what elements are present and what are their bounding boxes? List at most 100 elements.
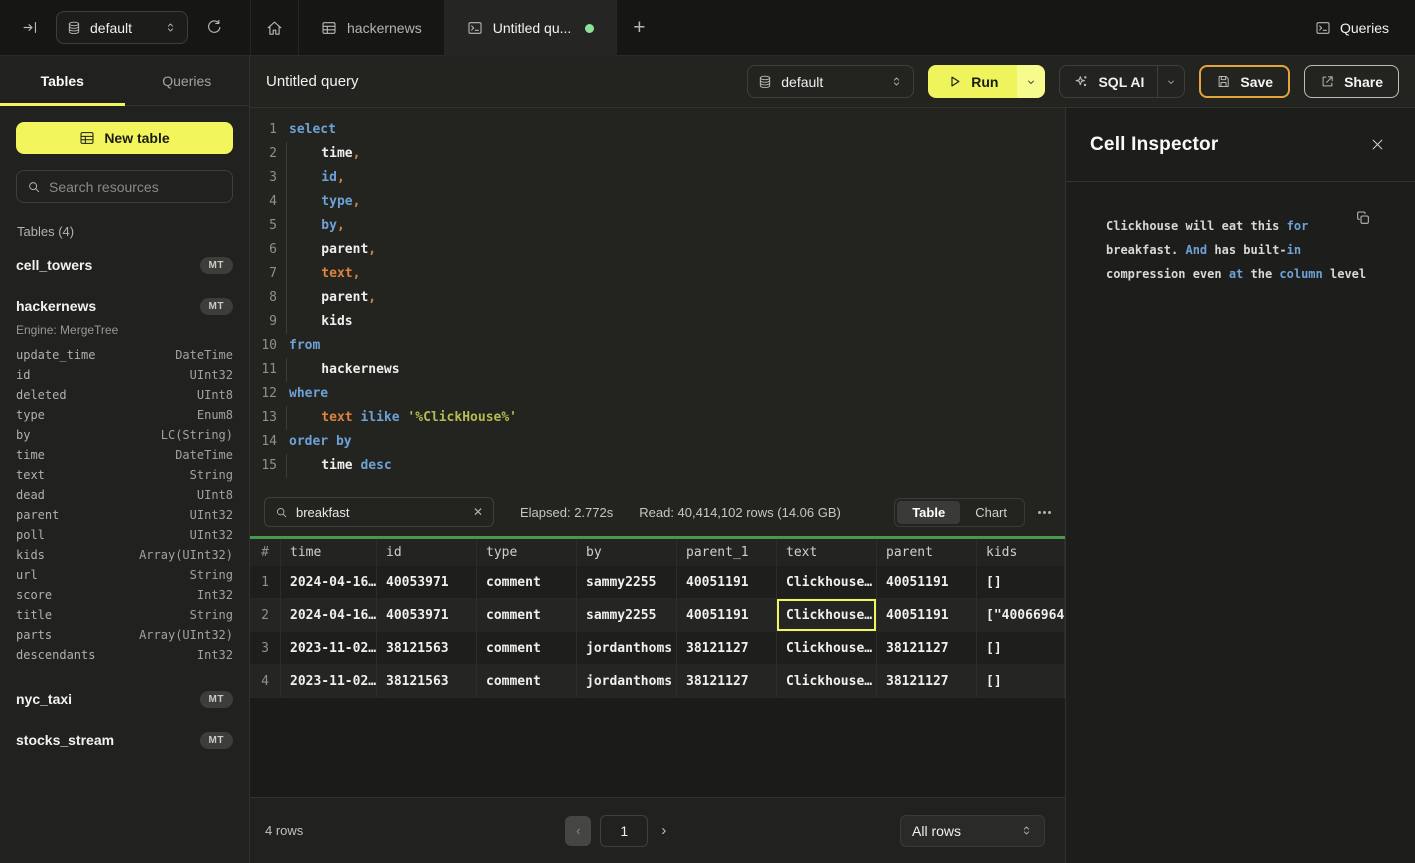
column-header-type[interactable]: type	[477, 539, 577, 566]
share-button[interactable]: Share	[1304, 65, 1399, 98]
sidebar-tab-queries[interactable]: Queries	[125, 56, 250, 105]
editor-line[interactable]: 4 type,	[250, 190, 1065, 214]
table-cell[interactable]: sammy2255	[577, 566, 677, 599]
table-cell[interactable]: Clickhouse…	[777, 632, 877, 665]
editor-line[interactable]: 2 time,	[250, 142, 1065, 166]
save-button[interactable]: Save	[1199, 65, 1290, 98]
sql-ai-label: SQL AI	[1098, 74, 1144, 90]
next-page-button[interactable]: ›	[661, 822, 666, 839]
table-cell[interactable]: Clickhouse…	[777, 665, 877, 698]
sidebar-table-hackernews[interactable]: hackernewsMT	[16, 291, 233, 321]
queries-button[interactable]: Queries	[1315, 0, 1389, 56]
table-cell[interactable]: comment	[477, 599, 577, 632]
copy-icon[interactable]	[1355, 210, 1371, 226]
editor-line[interactable]: 11 hackernews	[250, 358, 1065, 382]
refresh-icon[interactable]	[205, 19, 222, 36]
view-tab-chart[interactable]: Chart	[960, 501, 1022, 524]
table-cell[interactable]: 38121563	[377, 632, 477, 665]
table-cell[interactable]: 38121127	[677, 665, 777, 698]
updown-chevron-icon	[164, 21, 177, 34]
editor-line[interactable]: 14order by	[250, 430, 1065, 454]
sql-editor[interactable]: 1select2 time,3 id,4 type,5 by,6 parent,…	[250, 108, 1065, 488]
more-options-icon[interactable]	[1038, 511, 1051, 514]
new-tab-button[interactable]: +	[617, 0, 661, 56]
editor-line[interactable]: 7 text,	[250, 262, 1065, 286]
table-cell[interactable]: Clickhouse…	[777, 599, 877, 632]
column-header-text[interactable]: text	[777, 539, 877, 566]
table-cell[interactable]: []	[977, 632, 1065, 665]
sidebar-table-cell_towers[interactable]: cell_towersMT	[16, 250, 233, 280]
table-cell[interactable]: 40051191	[877, 566, 977, 599]
results-search[interactable]: ✕	[264, 497, 494, 527]
run-button[interactable]: Run	[928, 65, 1017, 98]
column-header-id[interactable]: id	[377, 539, 477, 566]
editor-line[interactable]: 10from	[250, 334, 1065, 358]
table-cell[interactable]: Clickhouse…	[777, 566, 877, 599]
table-cell[interactable]: []	[977, 566, 1065, 599]
editor-line[interactable]: 5 by,	[250, 214, 1065, 238]
tab-home[interactable]	[250, 0, 299, 56]
page-number-input[interactable]	[600, 815, 648, 847]
table-cell[interactable]: 40053971	[377, 599, 477, 632]
column-header-by[interactable]: by	[577, 539, 677, 566]
database-selector[interactable]: default	[56, 11, 188, 44]
editor-line[interactable]: 8 parent,	[250, 286, 1065, 310]
table-cell[interactable]: 38121127	[877, 665, 977, 698]
editor-line[interactable]: 3 id,	[250, 166, 1065, 190]
row-count: 4 rows	[265, 823, 303, 838]
table-cell[interactable]: 2023-11-02…	[281, 665, 377, 698]
column-header-kids[interactable]: kids	[977, 539, 1065, 566]
table-cell[interactable]: 2023-11-02…	[281, 632, 377, 665]
sql-ai-button[interactable]: SQL AI	[1060, 66, 1157, 97]
table-cell[interactable]: 2024-04-16…	[281, 599, 377, 632]
close-icon[interactable]	[1370, 137, 1385, 152]
column-header-index[interactable]: #	[250, 539, 281, 566]
table-cell[interactable]: 40051191	[677, 599, 777, 632]
editor-line[interactable]: 12where	[250, 382, 1065, 406]
new-table-button[interactable]: New table	[16, 122, 233, 154]
query-database-selector[interactable]: default	[747, 65, 914, 98]
table-cell[interactable]: []	[977, 665, 1065, 698]
table-row: 32023-11-02…38121563commentjordanthoms38…	[250, 632, 1065, 665]
tab-hackernews[interactable]: hackernews	[299, 0, 445, 56]
table-cell[interactable]: 40051191	[677, 566, 777, 599]
sidebar-table-nyc_taxi[interactable]: nyc_taxiMT	[16, 684, 233, 714]
table-cell[interactable]: 40053971	[377, 566, 477, 599]
table-cell[interactable]: jordanthoms	[577, 632, 677, 665]
run-options-button[interactable]	[1017, 65, 1045, 98]
view-tab-table[interactable]: Table	[897, 501, 960, 524]
table-cell[interactable]: comment	[477, 665, 577, 698]
page-size-select[interactable]: All rows	[900, 815, 1045, 847]
editor-line[interactable]: 15 time desc	[250, 454, 1065, 478]
sidebar-search[interactable]	[16, 170, 233, 203]
table-cell[interactable]: ["40066964…	[977, 599, 1065, 632]
editor-line[interactable]: 6 parent,	[250, 238, 1065, 262]
editor-line[interactable]: 1select	[250, 118, 1065, 142]
sidebar-table-stocks_stream[interactable]: stocks_streamMT	[16, 725, 233, 755]
table-cell[interactable]: comment	[477, 632, 577, 665]
collapse-sidebar-icon[interactable]	[22, 19, 39, 36]
sql-ai-options-button[interactable]	[1157, 66, 1184, 97]
table-name: cell_towers	[16, 257, 200, 273]
column-header-parent_1[interactable]: parent_1	[677, 539, 777, 566]
editor-line[interactable]: 13 text ilike '%ClickHouse%'	[250, 406, 1065, 430]
line-number: 9	[250, 310, 277, 334]
column-header-parent[interactable]: parent	[877, 539, 977, 566]
table-cell[interactable]: comment	[477, 566, 577, 599]
previous-page-button[interactable]: ‹	[565, 816, 591, 846]
save-icon	[1216, 74, 1231, 89]
table-cell[interactable]: 2024-04-16…	[281, 566, 377, 599]
results-search-input[interactable]	[296, 505, 465, 520]
table-cell[interactable]: sammy2255	[577, 599, 677, 632]
clear-search-icon[interactable]: ✕	[473, 505, 483, 519]
table-cell[interactable]: 38121127	[677, 632, 777, 665]
sidebar-tab-tables[interactable]: Tables	[0, 56, 125, 105]
sidebar-search-input[interactable]	[49, 179, 222, 195]
table-cell[interactable]: 38121563	[377, 665, 477, 698]
tab-untitled-query[interactable]: Untitled qu...	[445, 0, 618, 56]
table-cell[interactable]: jordanthoms	[577, 665, 677, 698]
column-header-time[interactable]: time	[281, 539, 377, 566]
editor-line[interactable]: 9 kids	[250, 310, 1065, 334]
table-cell[interactable]: 40051191	[877, 599, 977, 632]
table-cell[interactable]: 38121127	[877, 632, 977, 665]
